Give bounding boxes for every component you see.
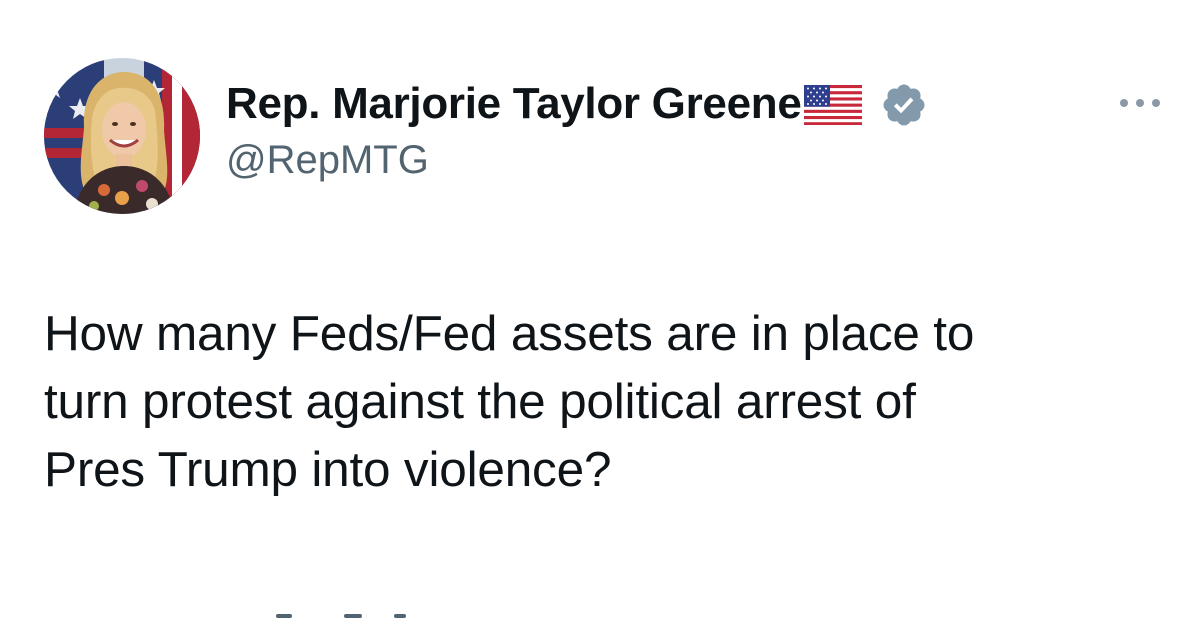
author-avatar[interactable] [44, 58, 200, 214]
tweet-header: Rep. Marjorie Taylor Greene @RepMTG [44, 58, 1170, 218]
more-options-icon[interactable] [1120, 88, 1160, 118]
tweet-text: How many Feds/Fed assets are in place to… [44, 300, 1174, 504]
more-dot [1152, 99, 1160, 107]
verified-badge-icon[interactable] [880, 81, 928, 129]
tweet-text-line: How many Feds/Fed assets are in place to [44, 306, 975, 361]
author-name-row: Rep. Marjorie Taylor Greene [226, 74, 928, 134]
fragment-mark [276, 614, 292, 618]
us-flag-icon [803, 85, 862, 125]
more-dot [1136, 99, 1144, 107]
more-dot [1120, 99, 1128, 107]
avatar-image [44, 58, 200, 214]
author-handle[interactable]: @RepMTG [226, 138, 928, 183]
tweet-text-line: Pres Trump into violence? [44, 442, 612, 497]
tweet-card: Rep. Marjorie Taylor Greene @RepMTG How … [0, 0, 1200, 621]
fragment-mark [344, 614, 362, 618]
tweet-text-line: turn protest against the political arres… [44, 374, 916, 429]
fragment-mark [394, 614, 406, 618]
cropped-content-fragment [44, 606, 444, 626]
author-info: Rep. Marjorie Taylor Greene @RepMTG [226, 74, 928, 183]
author-display-name[interactable]: Rep. Marjorie Taylor Greene [226, 79, 802, 129]
